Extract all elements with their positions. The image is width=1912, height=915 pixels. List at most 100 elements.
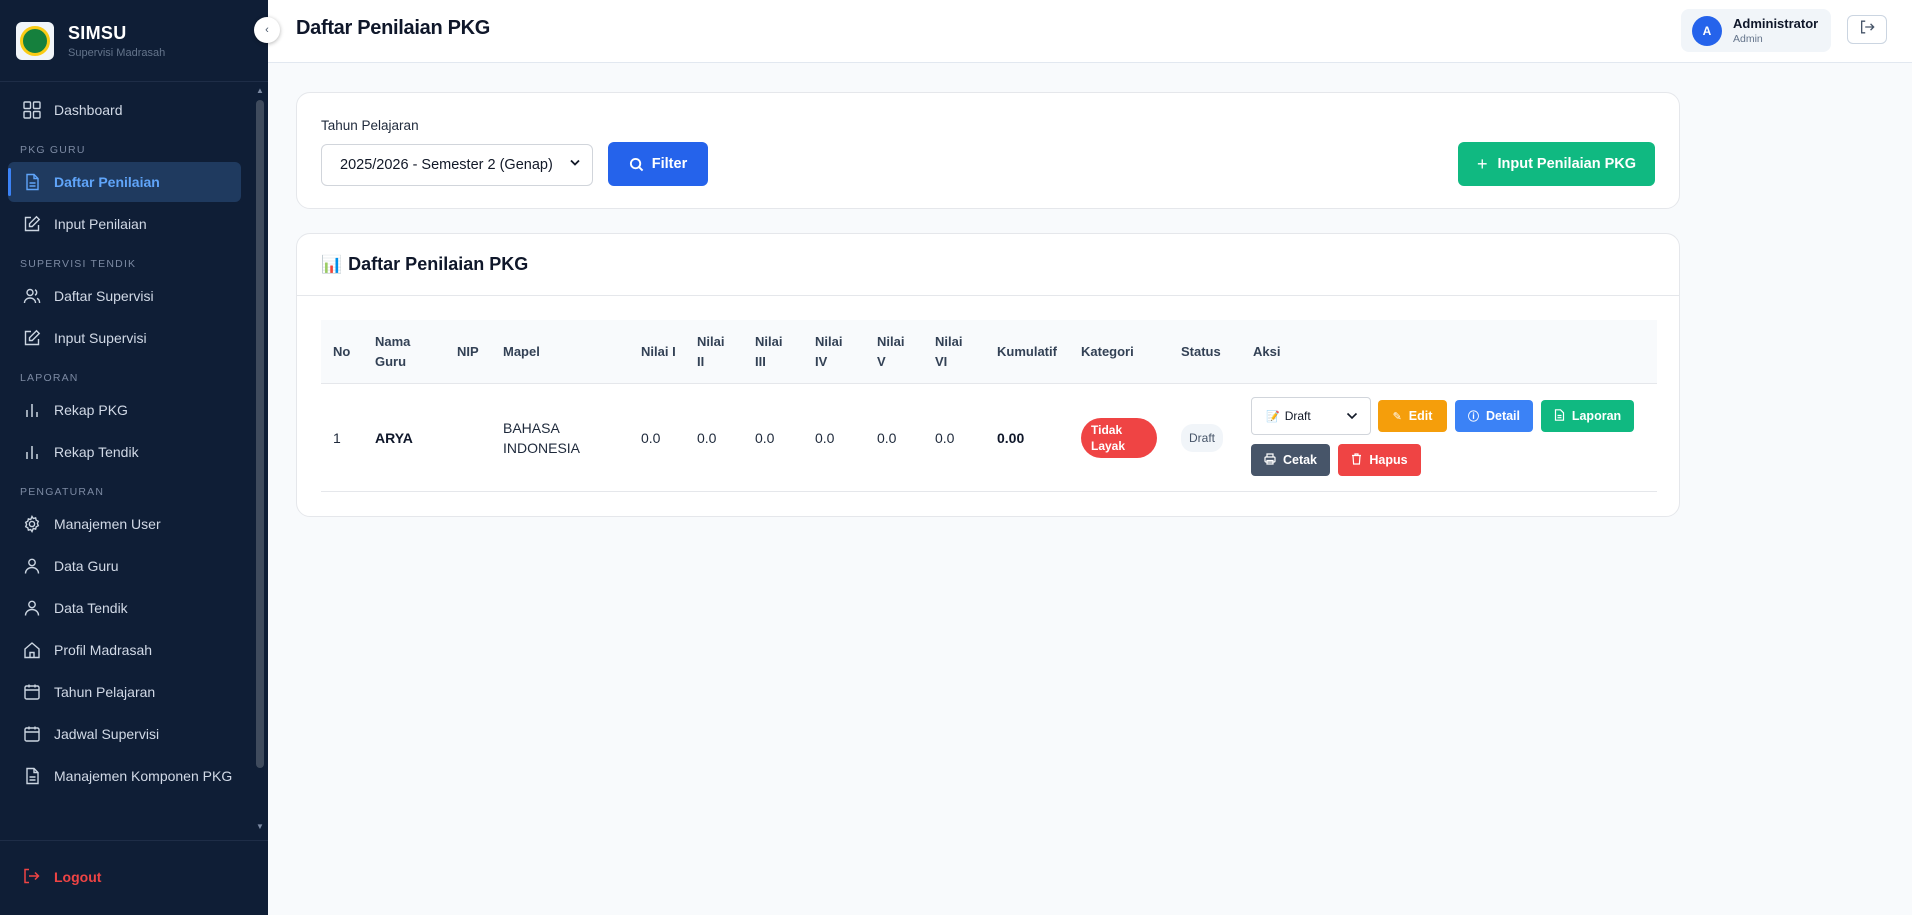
column-header[interactable]: Nilai I — [641, 320, 677, 384]
home-icon — [22, 640, 42, 660]
column-header[interactable]: Nilai II — [697, 320, 733, 384]
edit-button-label: Edit — [1408, 409, 1433, 423]
edit-button[interactable]: ✎ Edit — [1378, 400, 1447, 432]
sidebar-item-data-tendik[interactable]: Data Tendik — [0, 588, 254, 628]
header-logout-button[interactable] — [1847, 15, 1887, 44]
sidebar-item-label: Input Supervisi — [54, 330, 147, 346]
sidebar-item-label: Rekap PKG — [54, 402, 128, 418]
sidebar-item-dashboard[interactable]: Dashboard — [0, 90, 254, 130]
cell-nilai-3: 0.0 — [755, 430, 775, 446]
hapus-button-label: Hapus — [1369, 453, 1408, 467]
sidebar-item-rekap-pkg[interactable]: Rekap PKG — [0, 390, 254, 430]
calendar-icon — [22, 682, 42, 702]
edit-icon — [22, 328, 42, 348]
sidebar-item-daftar-penilaian[interactable]: Daftar Penilaian — [8, 162, 241, 202]
user-icon — [22, 598, 42, 618]
memo-icon: 📝 — [1266, 410, 1280, 423]
scroll-down-arrow-icon[interactable]: ▼ — [256, 822, 264, 831]
column-header[interactable]: No — [333, 320, 350, 384]
status-badge: Draft — [1181, 424, 1224, 452]
column-header[interactable]: NIP — [457, 320, 479, 384]
user-role: Admin — [1733, 33, 1763, 45]
section-pkg-guru: PKG GURU — [20, 144, 86, 156]
column-header: Aksi — [1253, 344, 1281, 359]
section-pengaturan: PENGATURAN — [20, 486, 105, 498]
chart-emoji-icon: 📊 — [321, 254, 343, 274]
detail-button[interactable]: ⓘ Detail — [1455, 400, 1533, 432]
bar-chart-icon — [22, 442, 42, 462]
laporan-button[interactable]: Laporan — [1541, 400, 1634, 432]
column-header[interactable]: Kumulatif — [997, 320, 1057, 384]
scroll-up-arrow-icon[interactable]: ▲ — [256, 86, 264, 95]
sidebar-item-label: Data Guru — [54, 558, 119, 574]
sidebar-item-label: Tahun Pelajaran — [54, 684, 156, 700]
document-icon — [1554, 408, 1565, 424]
sidebar-item-profil-madrasah[interactable]: Profil Madrasah — [0, 630, 254, 670]
column-header[interactable]: Nilai III — [755, 320, 791, 384]
column-header[interactable]: Nilai VI — [935, 320, 971, 384]
sidebar-item-tahun-pelajaran[interactable]: Tahun Pelajaran — [0, 672, 254, 712]
sidebar-item-input-penilaian[interactable]: Input Penilaian — [0, 204, 254, 244]
sidebar-item-jadwal-supervisi[interactable]: Jadwal Supervisi — [0, 714, 254, 754]
cell-nilai-5: 0.0 — [877, 430, 897, 446]
sidebar-item-manajemen-user[interactable]: Manajemen User — [0, 504, 254, 544]
cell-mapel: BAHASA INDONESIA — [503, 420, 581, 456]
column-header[interactable]: Nama Guru — [375, 320, 423, 384]
sidebar-item-label: Profil Madrasah — [54, 642, 153, 658]
logout-button[interactable]: Logout — [0, 841, 268, 913]
chevron-down-icon — [1346, 410, 1358, 424]
sidebar-collapse-button[interactable]: ‹ — [254, 17, 280, 43]
sidebar-item-label: Daftar Supervisi — [54, 288, 154, 304]
sidebar-item-data-guru[interactable]: Data Guru — [0, 546, 254, 586]
sidebar-item-daftar-supervisi[interactable]: Daftar Supervisi — [0, 276, 254, 316]
table-header: No Nama Guru NIP Mapel Nilai I Nilai II … — [321, 320, 1657, 384]
sidebar-item-label: Manajemen Komponen PKG — [54, 768, 233, 784]
input-penilaian-pkg-label: Input Penilaian PKG — [1497, 156, 1637, 172]
column-header[interactable]: Status — [1181, 320, 1221, 384]
sidebar-item-label: Data Tendik — [54, 600, 128, 616]
tahun-pelajaran-select[interactable]: 2025/2026 - Semester 2 (Genap) — [321, 144, 593, 186]
bar-chart-icon — [22, 400, 42, 420]
filter-button[interactable]: Filter — [608, 142, 708, 186]
document-icon — [22, 766, 42, 786]
input-penilaian-pkg-button[interactable]: + Input Penilaian PKG — [1458, 142, 1655, 186]
status-select-value: Draft — [1284, 409, 1311, 423]
section-laporan: LAPORAN — [20, 372, 79, 384]
column-header[interactable]: Kategori — [1081, 320, 1134, 384]
cell-no: 1 — [333, 430, 341, 446]
kategori-badge: Tidak Layak — [1081, 418, 1157, 458]
filter-card: Tahun Pelajaran 2025/2026 - Semester 2 (… — [296, 92, 1680, 209]
brand[interactable]: SIMSU Supervisi Madrasah — [0, 0, 268, 82]
status-select[interactable]: 📝 Draft — [1251, 397, 1371, 435]
cetak-button[interactable]: Cetak — [1251, 444, 1330, 476]
laporan-button-label: Laporan — [1571, 409, 1622, 423]
column-header[interactable]: Nilai V — [877, 320, 913, 384]
user-icon — [22, 556, 42, 576]
calendar-icon — [22, 724, 42, 744]
user-menu[interactable]: A Administrator Admin — [1681, 9, 1831, 52]
cell-nilai-6: 0.0 — [935, 430, 955, 446]
cell-nilai-2: 0.0 — [697, 430, 717, 446]
sidebar-item-label: Rekap Tendik — [54, 444, 139, 460]
tahun-pelajaran-label: Tahun Pelajaran — [321, 118, 419, 133]
section-supervisi-tendik: SUPERVISI TENDIK — [20, 258, 137, 270]
sidebar-scrollbar[interactable] — [256, 100, 264, 768]
sidebar-item-manajemen-komponen-pkg[interactable]: Manajemen Komponen PKG — [0, 756, 254, 796]
trash-icon — [1351, 452, 1362, 468]
penilaian-list-card: 📊 Daftar Penilaian PKG No Nama Guru NIP … — [296, 233, 1680, 517]
detail-button-label: Detail — [1485, 409, 1521, 423]
document-icon — [22, 172, 42, 192]
avatar: A — [1692, 15, 1722, 46]
sidebar-item-rekap-tendik[interactable]: Rekap Tendik — [0, 432, 254, 472]
brand-subtitle: Supervisi Madrasah — [68, 46, 166, 59]
sidebar-item-input-supervisi[interactable]: Input Supervisi — [0, 318, 254, 358]
chevron-down-icon — [570, 159, 580, 170]
column-header[interactable]: Mapel — [503, 320, 540, 384]
column-header[interactable]: Nilai IV — [815, 320, 851, 384]
gear-icon — [22, 514, 42, 534]
madrasah-logo — [16, 21, 54, 60]
hapus-button[interactable]: Hapus — [1338, 444, 1421, 476]
top-header: Daftar Penilaian PKG A Administrator Adm… — [268, 0, 1912, 63]
tahun-pelajaran-value: 2025/2026 - Semester 2 (Genap) — [340, 157, 553, 173]
brand-title: SIMSU — [68, 22, 127, 43]
